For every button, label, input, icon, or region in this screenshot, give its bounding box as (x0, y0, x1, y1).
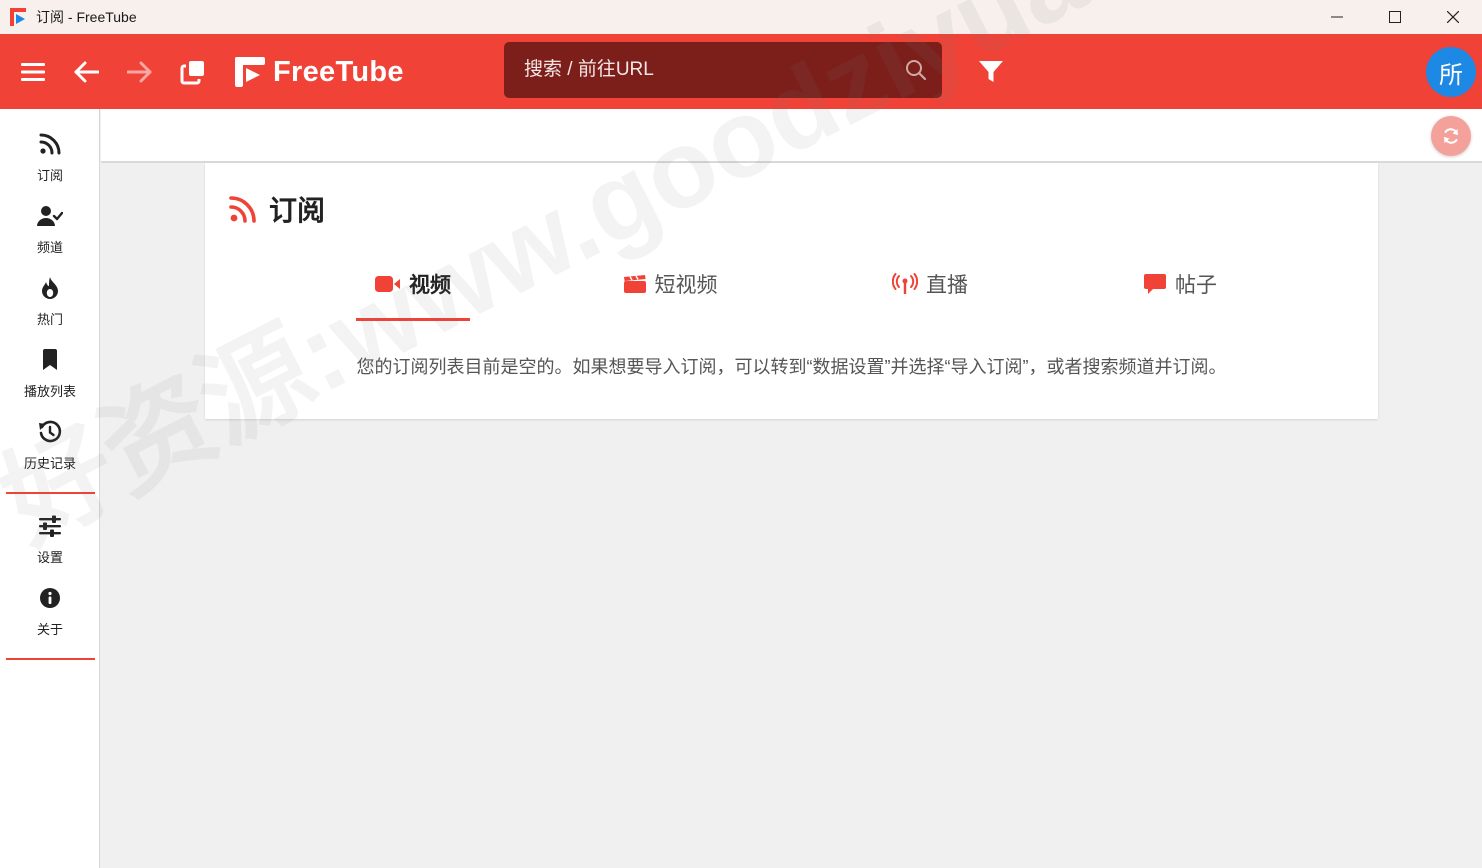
user-check-icon (37, 203, 63, 229)
tab-label: 直播 (926, 274, 968, 297)
close-icon (1447, 11, 1459, 23)
sidebar-item-about[interactable]: 关于 (0, 585, 100, 638)
tab-live[interactable]: 直播 (875, 267, 985, 321)
fire-icon (40, 275, 60, 301)
sidebar-item-trending[interactable]: 热门 (0, 275, 100, 328)
sidebar-divider (6, 492, 95, 494)
clapperboard-icon (623, 275, 646, 293)
search-icon (906, 60, 927, 81)
freetube-app-icon (10, 8, 28, 26)
rss-icon (39, 131, 61, 157)
comment-icon (1144, 274, 1166, 294)
close-window-button[interactable] (1424, 0, 1482, 34)
sidebar-item-channels[interactable]: 频道 (0, 203, 100, 256)
search-input[interactable] (504, 42, 896, 98)
sidebar-divider (6, 658, 95, 660)
info-icon (39, 585, 61, 611)
clone-window-icon (180, 60, 204, 84)
sidebar-item-label: 频道 (36, 240, 63, 255)
freetube-logo[interactable]: FreeTube (233, 54, 404, 90)
tab-shorts[interactable]: 短视频 (605, 267, 735, 321)
minimize-button[interactable] (1308, 0, 1366, 34)
sidebar-item-history[interactable]: 历史记录 (0, 419, 100, 472)
empty-subscriptions-message: 您的订阅列表目前是空的。如果想要导入订阅，可以转到“数据设置”并选择“导入订阅”… (356, 357, 1227, 377)
page-title: 订阅 (269, 195, 326, 226)
search-bar (504, 42, 942, 98)
sidebar-item-settings[interactable]: 设置 (0, 513, 100, 566)
tab-label: 短视频 (654, 274, 718, 297)
hamburger-menu-icon (21, 62, 45, 81)
tab-label: 帖子 (1175, 274, 1217, 297)
active-tab-indicator (356, 318, 470, 321)
tab-label: 视频 (409, 274, 451, 297)
rss-icon (229, 196, 256, 223)
search-filter-button[interactable] (971, 34, 1011, 109)
window-titlebar: 订阅 - FreeTube (0, 0, 1482, 34)
brand-name: FreeTube (273, 55, 404, 88)
refresh-icon (1444, 128, 1458, 144)
sidebar-item-label: 设置 (36, 550, 63, 565)
refresh-bar (101, 109, 1482, 163)
sidebar-item-subscriptions[interactable]: 订阅 (0, 131, 100, 184)
sidebar-item-label: 历史记录 (23, 456, 76, 471)
bookmark-icon (42, 347, 58, 373)
maximize-icon (1389, 11, 1401, 23)
menu-button[interactable] (13, 34, 53, 109)
minimize-icon (1331, 16, 1343, 18)
sidebar-item-label: 热门 (36, 312, 63, 327)
broadcast-tower-icon (892, 273, 918, 294)
search-button[interactable] (896, 59, 936, 81)
tab-videos[interactable]: 视频 (356, 267, 470, 321)
arrow-left-icon (74, 61, 99, 82)
sliders-icon (38, 513, 62, 539)
maximize-button[interactable] (1366, 0, 1424, 34)
top-nav-bar: FreeTube 所 (0, 34, 1482, 109)
new-window-button[interactable] (173, 34, 213, 109)
arrow-right-icon (127, 61, 152, 82)
filter-icon (979, 60, 1003, 82)
sidebar-item-label: 关于 (36, 622, 63, 637)
tab-posts[interactable]: 帖子 (1125, 267, 1235, 321)
history-icon (38, 419, 62, 445)
side-nav: 订阅 频道 热门 播放列表 历史记录 设置 关于 (0, 109, 100, 868)
freetube-logo-icon (235, 57, 265, 87)
refresh-button[interactable] (1431, 116, 1471, 156)
video-camera-icon (375, 276, 400, 292)
sidebar-item-playlists[interactable]: 播放列表 (0, 347, 100, 400)
window-title: 订阅 - FreeTube (36, 9, 137, 25)
sidebar-item-label: 播放列表 (23, 384, 76, 399)
forward-button[interactable] (120, 34, 160, 109)
subscriptions-card: 订阅 视频 短视频 直播 帖子 您的订阅列表目前是空的。如果想要导入订阅，可以转… (205, 163, 1378, 419)
back-button[interactable] (66, 34, 106, 109)
profile-avatar[interactable]: 所 (1426, 47, 1476, 97)
sidebar-item-label: 订阅 (36, 168, 63, 183)
